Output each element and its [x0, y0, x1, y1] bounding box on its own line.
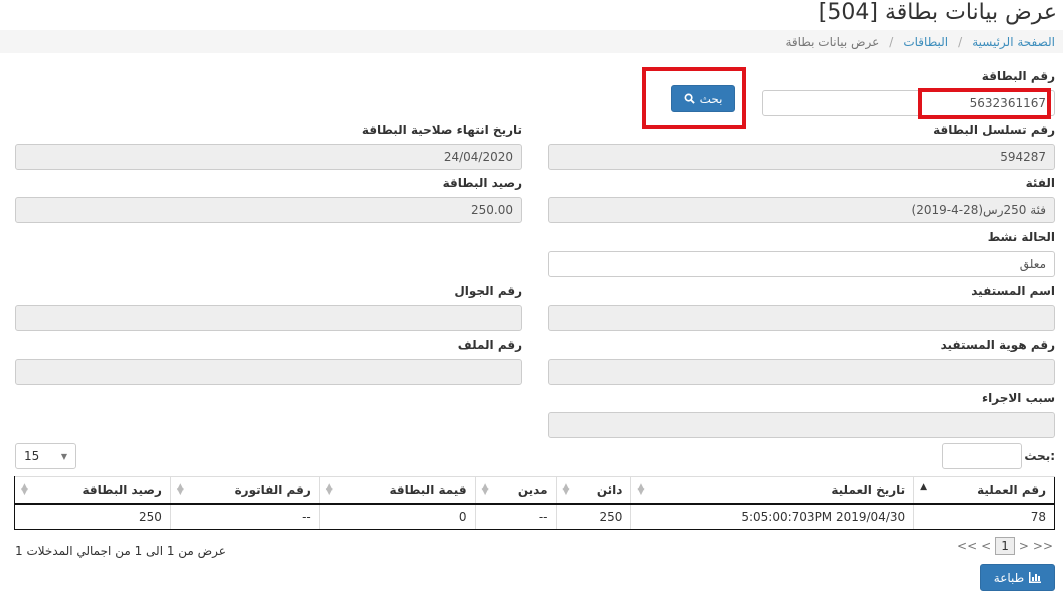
reason-label: سبب الاجراء — [982, 391, 1055, 405]
file-label: رقم الملف — [457, 338, 522, 352]
sort-icon: ▲ ▼ — [481, 482, 489, 497]
column-header-card-balance[interactable]: رصيد البطاقة ▲ ▼ — [14, 476, 171, 505]
mobile-label: رقم الجوال — [454, 284, 522, 298]
sort-icon: ▲ ▼ — [562, 482, 570, 497]
category-label: الفئة — [1025, 176, 1055, 190]
sort-icon: ▲ ▼ — [325, 482, 333, 497]
pager-last[interactable]: >> — [1033, 539, 1053, 553]
column-header-transaction-date[interactable]: تاريخ العملية ▲ ▼ — [630, 476, 914, 505]
sort-asc-icon: ▲ — [920, 482, 928, 492]
cell-transaction-date: 5:05:00:703PM 2019/04/30 — [630, 503, 914, 530]
balance-label: رصيد البطاقة — [442, 176, 522, 190]
bar-chart-icon — [1029, 572, 1042, 583]
page-size-value: 15 — [24, 449, 40, 463]
breadcrumb-separator: / — [889, 34, 894, 49]
table-header-row: رقم العملية ▲ تاريخ العملية ▲ ▼ دائن ▲ ▼ مدين… — [14, 476, 1055, 505]
search-icon — [684, 93, 695, 104]
cell-debit: -- — [474, 503, 556, 530]
page-size-select[interactable]: 15 ▼ — [15, 443, 76, 469]
search-button-label: بحث — [699, 91, 723, 106]
beneficiary-id-label: رقم هوية المستفيد — [940, 338, 1055, 352]
cell-card-balance: 250 — [14, 503, 171, 530]
file-input[interactable] — [15, 359, 522, 385]
card-number-highlight — [918, 88, 1051, 119]
category-input[interactable]: فئة 250رس(28-4-2019) — [548, 197, 1055, 223]
chevron-down-icon: ▼ — [60, 451, 67, 461]
card-number-label: رقم البطاقة — [981, 69, 1055, 83]
column-header-credit[interactable]: دائن ▲ ▼ — [555, 476, 631, 505]
table-search-input[interactable] — [942, 443, 1022, 469]
print-button[interactable]: طباعة — [980, 564, 1055, 591]
transactions-table: رقم العملية ▲ تاريخ العملية ▲ ▼ دائن ▲ ▼ مدين… — [14, 476, 1055, 530]
reason-input[interactable] — [548, 412, 1055, 438]
breadcrumb: الصفحة الرئيسية / البطاقات / عرض بيانات … — [0, 30, 1063, 53]
print-button-label: طباعة — [993, 570, 1025, 585]
pager-current-page[interactable]: 1 — [995, 537, 1015, 555]
breadcrumb-home[interactable]: الصفحة الرئيسية — [972, 35, 1055, 49]
column-header-transaction-no[interactable]: رقم العملية ▲ — [913, 476, 1055, 505]
pagination: << < 1 > >> — [957, 537, 1053, 555]
serial-input[interactable]: 594287 — [548, 144, 1055, 170]
search-button[interactable]: بحث — [671, 85, 735, 112]
table-info: عرض من 1 الى 1 من اجمالي المدخلات 1 — [15, 544, 226, 558]
beneficiary-name-label: اسم المستفيد — [971, 284, 1055, 298]
mobile-input[interactable] — [15, 305, 522, 331]
sort-icon: ▲ ▼ — [176, 482, 184, 497]
serial-label: رقم تسلسل البطاقة — [933, 123, 1055, 137]
breadcrumb-cards[interactable]: البطاقات — [903, 35, 948, 49]
sort-icon: ▲ ▼ — [21, 482, 28, 497]
pager-first[interactable]: << — [957, 539, 977, 553]
pager-next[interactable]: > — [1019, 539, 1029, 553]
breadcrumb-current: عرض بيانات بطاقة — [785, 34, 880, 49]
page-title: عرض بيانات بطاقة [504] — [818, 0, 1057, 25]
status-select[interactable]: معلق — [548, 251, 1055, 277]
column-header-invoice-no[interactable]: رقم الفاتورة ▲ ▼ — [169, 476, 320, 505]
column-header-card-value[interactable]: قيمة البطاقة ▲ ▼ — [318, 476, 476, 505]
expiry-label: تاريخ انتهاء صلاحية البطاقة — [361, 123, 522, 137]
pager-prev[interactable]: < — [981, 539, 991, 553]
breadcrumb-separator: / — [958, 34, 963, 49]
table-row[interactable]: 78 5:05:00:703PM 2019/04/30 250 -- 0 -- … — [14, 503, 1055, 530]
cell-card-value: 0 — [318, 503, 476, 530]
status-label: الحالة نشط — [987, 230, 1055, 244]
cell-transaction-no: 78 — [913, 503, 1055, 530]
table-search-label: :بحث — [1024, 449, 1055, 463]
beneficiary-name-input[interactable] — [548, 305, 1055, 331]
beneficiary-id-input[interactable] — [548, 359, 1055, 385]
column-header-debit[interactable]: مدين ▲ ▼ — [474, 476, 556, 505]
balance-input[interactable]: 250.00 — [15, 197, 522, 223]
sort-icon: ▲ ▼ — [637, 482, 645, 497]
expiry-input[interactable]: 24/04/2020 — [15, 144, 522, 170]
cell-invoice-no: -- — [169, 503, 320, 530]
cell-credit: 250 — [555, 503, 631, 530]
